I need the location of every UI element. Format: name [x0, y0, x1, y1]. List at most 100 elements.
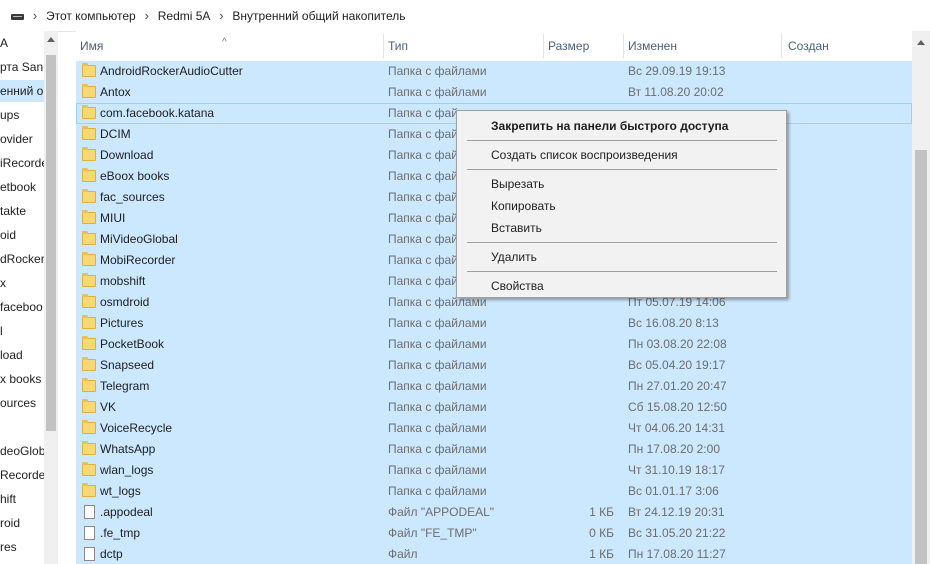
column-modified-label: Изменен [628, 39, 677, 53]
file-size [546, 481, 614, 502]
table-row[interactable]: Telegram Папка с файлами Пн 27.01.20 20:47 [76, 376, 912, 397]
menu-item-cut[interactable]: Вырезать [491, 173, 544, 195]
scroll-up-icon[interactable] [47, 37, 55, 42]
scroll-up-icon[interactable] [917, 40, 925, 45]
file-modified: Вс 29.09.19 19:13 [628, 64, 726, 78]
nav-item[interactable]: l [0, 320, 3, 342]
menu-separator [467, 242, 777, 243]
file-name: Pictures [100, 316, 144, 330]
nav-item[interactable]: iRecorde [0, 152, 48, 174]
table-row[interactable]: wt_logs Папка с файлами Вс 01.01.17 3:06 [76, 481, 912, 502]
breadcrumb-this-pc[interactable]: Этот компьютер [46, 9, 136, 23]
file-name: mobshift [100, 274, 146, 288]
file-name: MobiRecorder [100, 253, 176, 267]
file-size: 1 КБ [589, 547, 614, 561]
nav-item[interactable]: deoGlob [0, 440, 45, 462]
column-type[interactable]: Тип [384, 31, 408, 61]
nav-item[interactable]: x books [0, 368, 41, 390]
file-type: Папка с фай [388, 253, 458, 267]
nav-item[interactable]: load [0, 344, 23, 366]
nav-item[interactable]: hift [0, 488, 16, 510]
table-row[interactable]: .appodeal Файл "APPODEAL" 1 КБ Вт 24.12.19 … [76, 502, 912, 523]
file-size [546, 376, 614, 397]
folder-icon [82, 189, 96, 203]
nav-item[interactable]: etbook [0, 176, 36, 198]
menu-item-paste[interactable]: Вставить [491, 217, 542, 239]
nav-item[interactable]: x [0, 272, 6, 294]
column-name[interactable]: Имя ^ [76, 31, 380, 61]
table-row[interactable]: Snapseed Папка с файлами Вс 05.04.20 19:17 [76, 355, 912, 376]
nav-item[interactable]: ources [0, 392, 36, 414]
file-name: osmdroid [100, 295, 150, 309]
file-modified: Вт 11.08.20 20:02 [628, 85, 724, 99]
file-type: Папка с файлами [388, 85, 487, 99]
menu-item-properties[interactable]: Свойства [491, 275, 544, 297]
breadcrumb-storage[interactable]: Внутренний общий накопитель [232, 9, 405, 23]
file-modified: Пн 03.08.20 22:08 [628, 337, 727, 351]
column-size[interactable]: Размер [544, 31, 589, 61]
nav-item[interactable]: ovider [0, 128, 33, 150]
column-name-label: Имя [80, 39, 104, 53]
menu-item-delete[interactable]: Удалить [491, 246, 537, 268]
folder-icon [82, 294, 96, 308]
nav-item[interactable]: roid [0, 512, 20, 534]
nav-item[interactable]: oid [0, 224, 16, 246]
file-type: Папка с файлами [388, 337, 487, 351]
file-type: Папка с файлами [388, 421, 487, 435]
table-row[interactable]: .fe_tmp Файл "FE_TMP" 0 КБ Вс 31.05.20 21:2… [76, 523, 912, 544]
nav-scrollbar-thumb[interactable] [46, 55, 56, 431]
chevron-right-icon[interactable]: › [24, 8, 46, 23]
column-modified[interactable]: Изменен [624, 31, 677, 61]
file-size [546, 439, 614, 460]
column-size-label: Размер [548, 39, 590, 53]
folder-icon [82, 378, 96, 392]
file-modified: Чт 04.06.20 14:31 [628, 421, 725, 435]
nav-item[interactable]: Recorde [0, 464, 45, 486]
file-name: MiVideoGlobal [100, 232, 178, 246]
nav-item[interactable]: faceboo [0, 296, 43, 318]
file-name: VK [100, 400, 117, 414]
column-created[interactable]: Создан [784, 31, 829, 61]
nav-scrollbar[interactable] [44, 31, 58, 564]
file-size [546, 82, 614, 103]
address-bar[interactable]: › Этот компьютер › Redmi 5A › Внутренний… [0, 0, 930, 32]
table-row[interactable]: VK Папка с файлами Сб 15.08.20 12:50 [76, 397, 912, 418]
nav-item[interactable]: res [0, 536, 17, 558]
folder-icon [82, 63, 96, 77]
chevron-right-icon[interactable]: › [136, 8, 158, 23]
breadcrumb-device[interactable]: Redmi 5A [158, 9, 211, 23]
nav-item[interactable]: takte [0, 200, 26, 222]
file-modified: Пн 17.08.20 11:27 [628, 547, 726, 561]
file-icon [84, 526, 95, 540]
folder-icon [82, 483, 96, 497]
file-name: wt_logs [100, 484, 141, 498]
table-row[interactable]: dctp Файл 1 КБ Пн 17.08.20 11:27 [76, 544, 912, 564]
nav-item[interactable]: енний об [0, 80, 50, 102]
menu-item-pin-quick-access[interactable]: Закрепить на панели быстрого доступа [491, 115, 728, 137]
folder-icon [82, 315, 96, 329]
table-row[interactable]: AndroidRockerAudioCutter Папка с файлами В… [76, 61, 912, 82]
nav-item[interactable]: ups [0, 104, 19, 126]
table-row[interactable]: Antox Папка с файлами Вт 11.08.20 20:02 [76, 82, 912, 103]
file-list-scrollbar-thumb[interactable] [915, 150, 927, 564]
menu-item-create-playlist[interactable]: Создать список воспроизведения [491, 144, 678, 166]
folder-icon [82, 84, 96, 98]
file-type: Папка с фай [388, 274, 458, 288]
file-name: Antox [100, 85, 131, 99]
nav-item[interactable]: dRocker [0, 248, 45, 270]
file-type: Папка с фай [388, 232, 458, 246]
table-row[interactable]: VoiceRecycle Папка с файлами Чт 04.06.20 1… [76, 418, 912, 439]
table-row[interactable]: PocketBook Папка с файлами Пн 03.08.20 22:… [76, 334, 912, 355]
chevron-right-icon[interactable]: › [210, 8, 232, 23]
table-row[interactable]: wlan_logs Папка с файлами Чт 31.10.19 18:1… [76, 460, 912, 481]
file-type: Папка с файлами [388, 400, 487, 414]
file-list-scrollbar[interactable] [912, 31, 930, 564]
nav-item[interactable]: A [0, 32, 8, 54]
folder-icon [82, 126, 96, 140]
table-row[interactable]: WhatsApp Папка с файлами Пн 17.08.20 2:00 [76, 439, 912, 460]
table-row[interactable]: Pictures Папка с файлами Вс 16.08.20 8:13 [76, 313, 912, 334]
menu-item-copy[interactable]: Копировать [491, 195, 556, 217]
column-divider[interactable] [781, 34, 782, 58]
file-type: Папка с файлами [388, 64, 487, 78]
file-modified: Вс 16.08.20 8:13 [628, 316, 719, 330]
